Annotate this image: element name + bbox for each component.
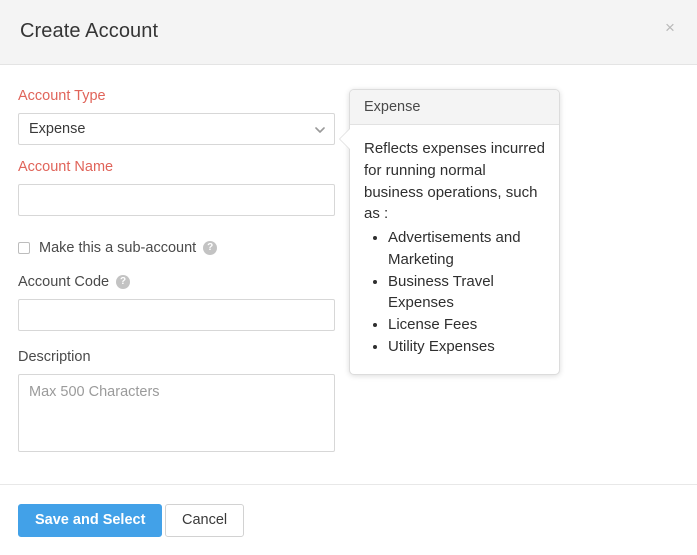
- list-item: Utility Expenses: [388, 336, 545, 358]
- dialog-header: Create Account ×: [0, 0, 697, 65]
- popover-example-list: Advertisements and Marketing Business Tr…: [364, 227, 545, 358]
- account-type-selected-value: Expense: [29, 121, 85, 137]
- popover-body: Reflects expenses incurred for running n…: [350, 125, 559, 374]
- sub-account-checkbox[interactable]: [18, 242, 30, 254]
- sub-account-label: Make this a sub-account: [39, 240, 196, 256]
- create-account-dialog: Create Account × Account Type Expense Ac…: [0, 0, 697, 555]
- account-type-select[interactable]: Expense: [18, 113, 335, 145]
- close-icon[interactable]: ×: [660, 18, 680, 38]
- list-item: License Fees: [388, 314, 545, 336]
- popover-description: Reflects expenses incurred for running n…: [364, 138, 545, 225]
- account-name-field: Account Name: [18, 159, 335, 216]
- page-title: Create Account: [20, 20, 158, 43]
- cancel-button[interactable]: Cancel: [165, 504, 244, 537]
- sub-account-row: Make this a sub-account ?: [18, 240, 217, 256]
- account-name-label: Account Name: [18, 159, 335, 175]
- list-item: Advertisements and Marketing: [388, 227, 545, 271]
- account-type-info-popover: Expense Reflects expenses incurred for r…: [349, 89, 560, 375]
- save-and-select-button[interactable]: Save and Select: [18, 504, 162, 537]
- help-icon[interactable]: ?: [116, 275, 130, 289]
- description-textarea[interactable]: [18, 374, 335, 452]
- dialog-footer: Save and Select Cancel: [0, 484, 697, 555]
- account-type-label: Account Type: [18, 88, 335, 104]
- list-item: Business Travel Expenses: [388, 271, 545, 315]
- chevron-down-icon: [315, 125, 325, 135]
- help-icon[interactable]: ?: [203, 241, 217, 255]
- account-name-input[interactable]: [18, 184, 335, 216]
- dialog-body: Account Type Expense Account Name Make t…: [0, 65, 697, 484]
- account-code-label: Account Code: [18, 274, 109, 290]
- account-code-label-row: Account Code ?: [18, 274, 335, 290]
- account-code-field: Account Code ?: [18, 274, 335, 331]
- description-label: Description: [18, 349, 335, 365]
- popover-header: Expense: [350, 90, 559, 125]
- popover-arrow: [340, 128, 351, 150]
- description-field: Description: [18, 349, 335, 457]
- account-type-field: Account Type Expense: [18, 88, 335, 145]
- account-code-input[interactable]: [18, 299, 335, 331]
